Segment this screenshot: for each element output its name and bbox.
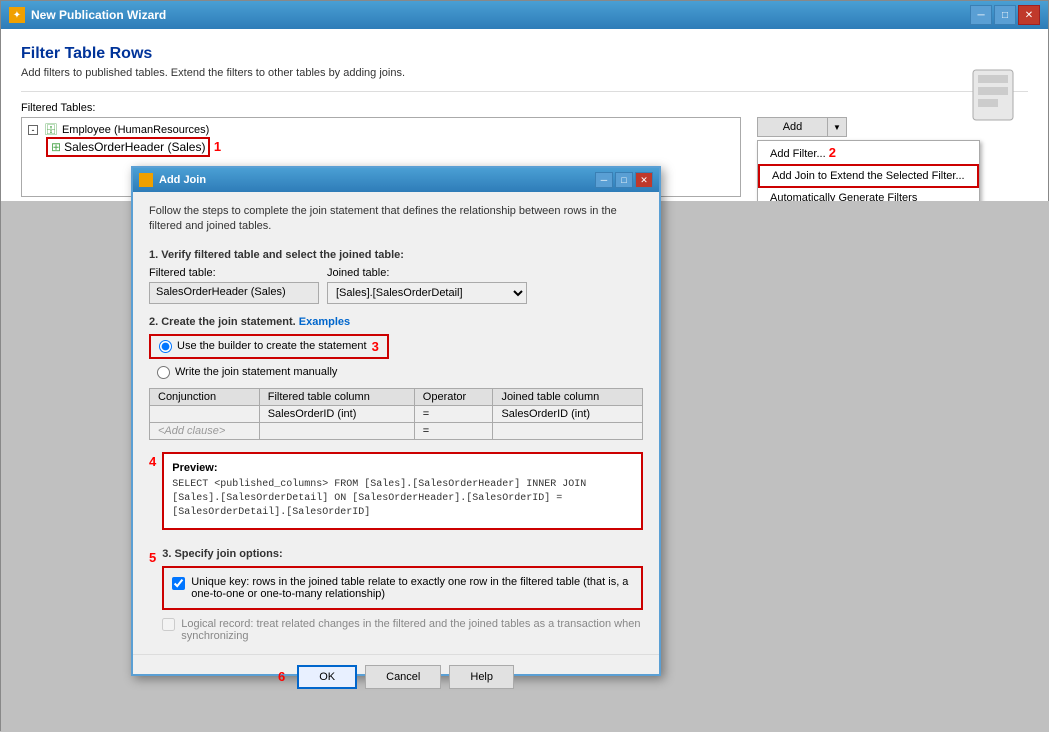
radio-manual-label: Write the join statement manually: [175, 366, 337, 378]
unique-key-checkbox[interactable]: [172, 577, 185, 590]
window-title: New Publication Wizard: [31, 8, 166, 22]
app-icon: ✦: [9, 7, 25, 23]
add-main-button[interactable]: Add: [757, 117, 827, 137]
ok-button[interactable]: OK: [297, 665, 357, 689]
filtered-table-label: Filtered table:: [149, 267, 319, 279]
dialog-minimize[interactable]: ─: [595, 172, 613, 188]
add-filter-label: Add Filter...: [770, 148, 826, 160]
preview-label: Preview:: [172, 462, 633, 474]
table-row-2[interactable]: <Add clause> =: [150, 422, 643, 439]
title-bar-left: ✦ New Publication Wizard: [9, 7, 166, 23]
dialog-title-left: Add Join: [139, 173, 206, 187]
dialog-intro: Follow the steps to complete the join st…: [149, 204, 643, 235]
add-dropdown-arrow[interactable]: ▼: [827, 117, 847, 137]
radio-manual-option[interactable]: Write the join statement manually: [149, 363, 643, 382]
row2-filtered-col: [259, 422, 414, 439]
radio-builder-option[interactable]: Use the builder to create the statement …: [149, 334, 389, 359]
dialog-icon: [139, 173, 153, 187]
col-joined-col: Joined table column: [493, 388, 643, 405]
col-filtered-col: Filtered table column: [259, 388, 414, 405]
minimize-button[interactable]: ─: [970, 5, 992, 25]
row1-filtered-col: SalesOrderID (int): [259, 405, 414, 422]
join-table: Conjunction Filtered table column Operat…: [149, 388, 643, 440]
row2-conjunction: <Add clause>: [150, 422, 260, 439]
dialog-footer: 6 OK Cancel Help: [133, 654, 659, 699]
tree-label-employee: Employee (HumanResources): [62, 124, 209, 136]
page-header: Filter Table Rows Add filters to publish…: [21, 45, 1028, 79]
table-labels-row: Filtered table: Joined table:: [149, 267, 643, 279]
dialog-close[interactable]: ✕: [635, 172, 653, 188]
step-4-badge: 4: [149, 454, 156, 469]
preview-section: 4 Preview: SELECT <published_columns> FR…: [149, 452, 643, 540]
page-title: Filter Table Rows: [21, 45, 1028, 63]
top-graphic: [958, 65, 1028, 125]
row2-joined-col: [493, 422, 643, 439]
dialog-title: Add Join: [159, 174, 206, 186]
dialog-body: Follow the steps to complete the join st…: [133, 192, 659, 654]
step-2-badge: 2: [829, 145, 836, 160]
step2-header: 2. Create the join statement. Examples: [149, 316, 643, 328]
step3-content: 3. Specify join options: Unique key: row…: [162, 548, 643, 642]
page-subtitle: Add filters to published tables. Extend …: [21, 67, 1028, 79]
help-button[interactable]: Help: [449, 665, 514, 689]
add-join-label: Add Join to Extend the Selected Filter..…: [772, 170, 965, 182]
radio-manual-input[interactable]: [157, 366, 170, 379]
table-inputs-row: SalesOrderHeader (Sales) [Sales].[SalesO…: [149, 282, 643, 304]
joined-table-select[interactable]: [Sales].[SalesOrderDetail] [Sales].[Sale…: [327, 282, 527, 304]
logical-record-label: Logical record: treat related changes in…: [181, 618, 643, 642]
maximize-button[interactable]: □: [994, 5, 1016, 25]
radio-group: Use the builder to create the statement …: [149, 334, 643, 382]
tree-item-employee[interactable]: - 🗄 Employee (HumanResources): [26, 122, 736, 137]
preview-box: Preview: SELECT <published_columns> FROM…: [162, 452, 643, 530]
step1-header: 1. Verify filtered table and select the …: [149, 249, 643, 261]
step1-section: 1. Verify filtered table and select the …: [149, 249, 643, 304]
step-1-badge: 1: [214, 139, 221, 154]
unique-key-label: Unique key: rows in the joined table rel…: [191, 576, 633, 600]
tree-child-row: ⊞ SalesOrderHeader (Sales) 1: [26, 137, 736, 157]
radio-builder-label: Use the builder to create the statement: [177, 340, 367, 352]
step-3-badge: 3: [372, 339, 379, 354]
step3-section: 5 3. Specify join options: Unique key: r…: [149, 548, 643, 642]
add-join-dialog: Add Join ─ □ ✕ Follow the steps to compl…: [131, 166, 661, 676]
tree-expand-icon[interactable]: -: [28, 125, 38, 135]
filtered-table-input: SalesOrderHeader (Sales): [149, 282, 319, 304]
main-window: ✦ New Publication Wizard ─ □ ✕ Filter Ta…: [0, 0, 1049, 731]
dialog-maximize[interactable]: □: [615, 172, 633, 188]
title-bar-controls: ─ □ ✕: [970, 5, 1040, 25]
row1-joined-col: SalesOrderID (int): [493, 405, 643, 422]
step2-section: 2. Create the join statement. Examples U…: [149, 316, 643, 440]
join-options-box: Unique key: rows in the joined table rel…: [162, 566, 643, 610]
step2-header-text: 2. Create the join statement.: [149, 316, 299, 328]
row1-conjunction: [150, 405, 260, 422]
examples-link[interactable]: Examples: [299, 316, 350, 328]
cancel-button[interactable]: Cancel: [365, 665, 441, 689]
col-conjunction: Conjunction: [150, 388, 260, 405]
preview-code: SELECT <published_columns> FROM [Sales].…: [172, 478, 633, 520]
logical-record-checkbox[interactable]: [162, 618, 175, 631]
add-join-item[interactable]: Add Join to Extend the Selected Filter..…: [758, 164, 979, 188]
tree-label-salesorder: SalesOrderHeader (Sales): [64, 140, 205, 154]
add-split-button[interactable]: Add ▼: [757, 117, 980, 137]
add-filter-item[interactable]: Add Filter... 2: [758, 141, 979, 164]
step-5-badge: 5: [149, 550, 156, 565]
unique-key-row: Unique key: rows in the joined table rel…: [172, 576, 633, 600]
row1-operator: =: [414, 405, 493, 422]
tree-icon-db: 🗄: [44, 123, 58, 136]
step-6-badge: 6: [278, 669, 285, 684]
dialog-title-bar: Add Join ─ □ ✕: [133, 168, 659, 192]
step3-header: 3. Specify join options:: [162, 548, 643, 560]
table-row-1: SalesOrderID (int) = SalesOrderID (int): [150, 405, 643, 422]
logical-record-row: Logical record: treat related changes in…: [162, 618, 643, 642]
tree-item-salesorder[interactable]: ⊞ SalesOrderHeader (Sales): [46, 137, 210, 157]
col-operator: Operator: [414, 388, 493, 405]
filtered-tables-label: Filtered Tables:: [21, 102, 1028, 114]
close-button[interactable]: ✕: [1018, 5, 1040, 25]
tree-icon-table: ⊞: [51, 140, 61, 154]
dialog-title-controls: ─ □ ✕: [595, 172, 653, 188]
title-bar: ✦ New Publication Wizard ─ □ ✕: [1, 1, 1048, 29]
radio-builder-input[interactable]: [159, 340, 172, 353]
joined-table-label: Joined table:: [327, 267, 389, 279]
step3-header-text: 3. Specify join options:: [162, 548, 282, 560]
row2-operator: =: [414, 422, 493, 439]
